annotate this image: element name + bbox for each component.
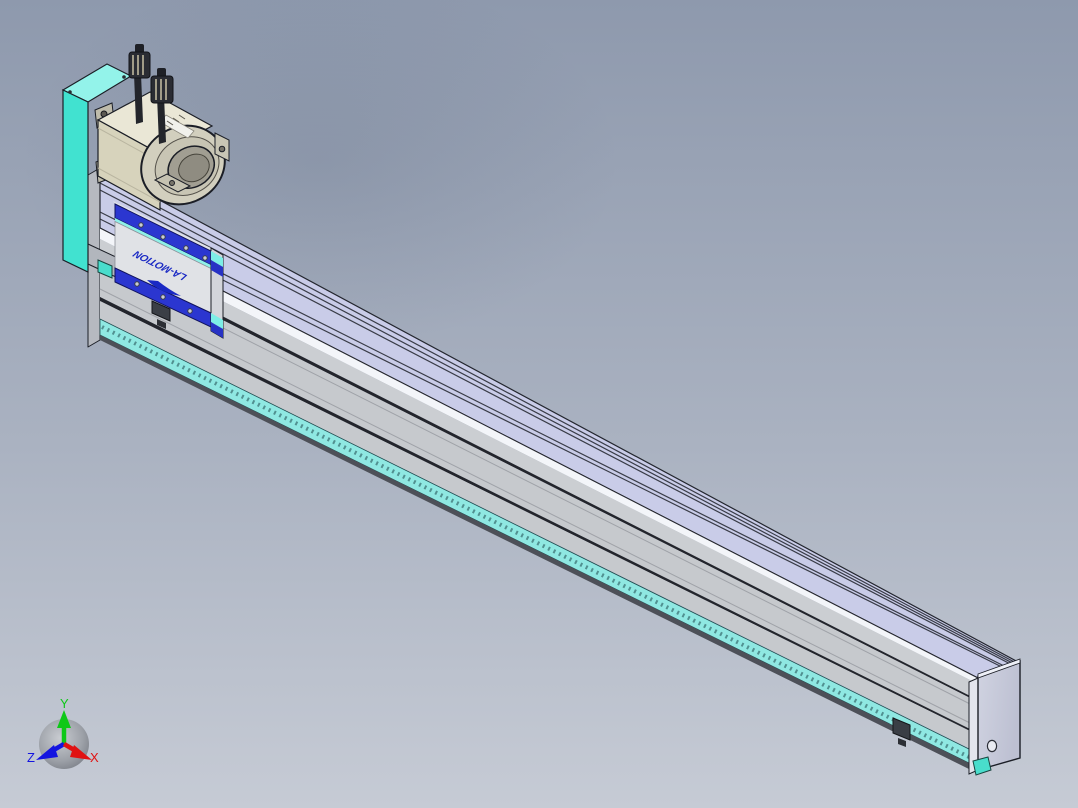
plate-screw <box>68 90 72 94</box>
mount-plate-front-face <box>62 89 89 273</box>
y-axis-label: Y <box>60 696 69 711</box>
plate-screw <box>122 75 126 79</box>
x-axis-label: X <box>90 750 99 765</box>
cylinder-tab-screw <box>169 180 175 186</box>
cad-application-window: LA-MOTION Y Z X <box>0 0 1078 808</box>
cylinder-tab-screw <box>218 145 226 153</box>
cad-viewport[interactable]: LA-MOTION Y Z X <box>0 0 1078 808</box>
end-cap-face <box>977 660 1021 771</box>
end-cap-hole <box>986 739 998 753</box>
z-axis-label: Z <box>27 750 35 765</box>
